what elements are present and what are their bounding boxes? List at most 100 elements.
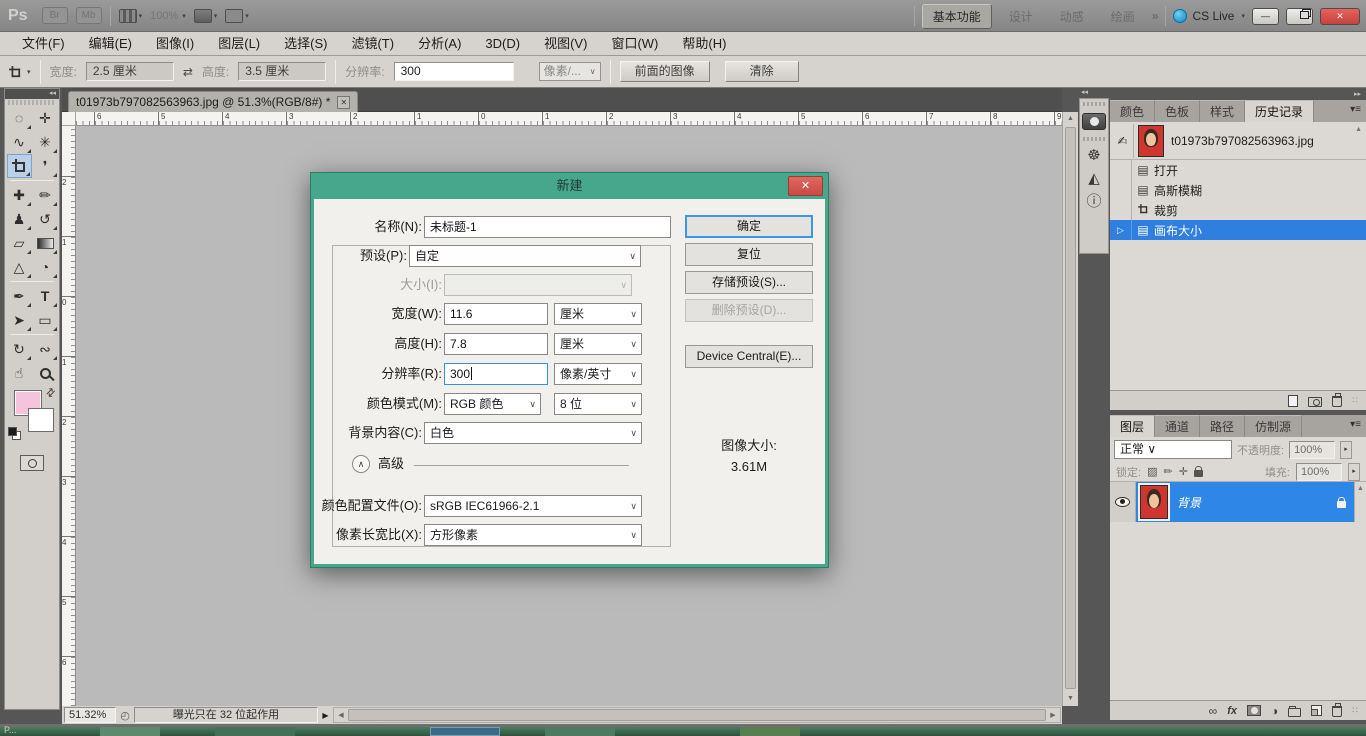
crop-tool[interactable] bbox=[7, 154, 32, 178]
snapshot-thumbnail[interactable] bbox=[1138, 125, 1164, 157]
history-state-well[interactable] bbox=[1110, 160, 1132, 180]
menu-select[interactable]: 选择(S) bbox=[272, 32, 339, 56]
preset-select[interactable]: 自定 ∨ bbox=[409, 245, 641, 267]
bit-depth-select[interactable]: 8 位 ∨ bbox=[554, 393, 642, 415]
dodge-tool[interactable]: ◔ bbox=[33, 255, 58, 279]
gradient-tool[interactable] bbox=[33, 231, 58, 255]
histogram-panel-icon[interactable]: ◭ bbox=[1088, 171, 1100, 187]
vertical-scroll-thumb[interactable] bbox=[1065, 127, 1076, 689]
opacity-flyout-icon[interactable]: ▸ bbox=[1340, 441, 1352, 459]
tab-color[interactable]: 颜色 bbox=[1110, 100, 1155, 122]
layer-visibility-toggle[interactable] bbox=[1110, 482, 1136, 522]
menu-analysis[interactable]: 分析(A) bbox=[406, 32, 473, 56]
menu-layer[interactable]: 图层(L) bbox=[206, 32, 272, 56]
clear-button[interactable]: 清除 bbox=[725, 61, 799, 82]
info-panel-icon[interactable]: ⓘ bbox=[1086, 194, 1101, 210]
resolution-unit-select[interactable]: 像素/... ∨ bbox=[539, 62, 601, 81]
taskbar-item[interactable] bbox=[545, 727, 615, 736]
screen-mode-button[interactable]: ▾ bbox=[225, 9, 249, 23]
history-source-icon[interactable]: ✍ bbox=[1112, 124, 1134, 158]
crop-width-field[interactable]: 2.5 厘米 bbox=[86, 62, 174, 81]
scroll-up-icon[interactable]: ▲ bbox=[1355, 126, 1362, 133]
3d-orbit-tool[interactable]: ∾ bbox=[33, 337, 58, 361]
history-state-open[interactable]: ▤ 打开 bbox=[1110, 160, 1366, 180]
view-extras-button[interactable]: ▾ bbox=[119, 9, 143, 23]
minimize-button[interactable]: — bbox=[1252, 8, 1279, 25]
background-select[interactable]: 白色 ∨ bbox=[424, 422, 642, 444]
advanced-toggle-button[interactable]: ∧ bbox=[352, 455, 370, 473]
tab-channels[interactable]: 通道 bbox=[1155, 415, 1200, 437]
background-color-swatch[interactable] bbox=[28, 408, 54, 432]
panel-menu-icon[interactable]: ▾≡ bbox=[1350, 104, 1361, 115]
arrange-documents-button[interactable]: ▾ bbox=[194, 9, 218, 23]
pixel-aspect-select[interactable]: 方形像素 ∨ bbox=[424, 524, 642, 546]
default-colors-icon[interactable] bbox=[8, 427, 20, 439]
menu-window[interactable]: 窗口(W) bbox=[599, 32, 670, 56]
zoom-level-button[interactable]: 100%▾ bbox=[150, 10, 186, 22]
color-profile-select[interactable]: sRGB IEC61966-2.1 ∨ bbox=[424, 495, 642, 517]
panel-resize-grip[interactable]: ∷ bbox=[1352, 705, 1358, 716]
history-state-crop[interactable]: 裁剪 bbox=[1110, 200, 1366, 220]
status-popup-arrow[interactable]: ▶ bbox=[318, 711, 333, 720]
canvas-horizontal-scrollbar[interactable]: ◀ ▶ bbox=[333, 707, 1061, 723]
dock-expand-button[interactable]: ▸▸ bbox=[1354, 90, 1361, 98]
dialog-close-button[interactable]: ✕ bbox=[788, 176, 823, 196]
windows-taskbar[interactable]: P... bbox=[0, 727, 1366, 736]
tab-paths[interactable]: 路径 bbox=[1200, 415, 1245, 437]
delete-state-icon[interactable] bbox=[1332, 396, 1342, 407]
history-state-gaussian-blur[interactable]: ▤ 高斯模糊 bbox=[1110, 180, 1366, 200]
ok-button[interactable]: 确定 bbox=[685, 215, 813, 238]
layers-scrollbar[interactable]: ▲ bbox=[1354, 482, 1366, 522]
swap-dimensions-icon[interactable]: ⇄ bbox=[183, 65, 193, 79]
toolbox-grip[interactable] bbox=[8, 100, 56, 105]
height-unit-select[interactable]: 厘米 ∨ bbox=[554, 333, 642, 355]
tab-styles[interactable]: 样式 bbox=[1200, 100, 1245, 122]
bridge-button[interactable]: Br bbox=[42, 7, 68, 24]
dock-collapse-button[interactable]: ◂◂ bbox=[1078, 88, 1110, 98]
mini-bridge-button[interactable]: Mb bbox=[76, 7, 102, 24]
clone-stamp-tool[interactable]: ♟ bbox=[7, 207, 32, 231]
new-snapshot-icon[interactable] bbox=[1308, 397, 1322, 407]
height-input[interactable]: 7.8 bbox=[444, 333, 548, 355]
crop-resolution-field[interactable]: 300 bbox=[394, 62, 514, 81]
type-tool[interactable]: T bbox=[33, 284, 58, 308]
resolution-unit-select[interactable]: 像素/英寸 ∨ bbox=[554, 363, 642, 385]
masks-panel-button[interactable] bbox=[1082, 113, 1106, 130]
menu-help[interactable]: 帮助(H) bbox=[670, 32, 738, 56]
device-central-button[interactable]: Device Central(E)... bbox=[685, 345, 813, 368]
tab-layers[interactable]: 图层 bbox=[1110, 415, 1155, 437]
workspace-design-button[interactable]: 设计 bbox=[999, 5, 1043, 28]
lock-paint-icon[interactable]: ✏ bbox=[1163, 466, 1172, 478]
3d-rotate-tool[interactable]: ↻ bbox=[7, 337, 32, 361]
fill-flyout-icon[interactable]: ▸ bbox=[1348, 463, 1360, 481]
link-layers-icon[interactable]: ∞ bbox=[1209, 704, 1218, 718]
scroll-up-icon[interactable]: ▲ bbox=[1063, 112, 1078, 126]
workspace-motion-button[interactable]: 动感 bbox=[1050, 5, 1094, 28]
horizontal-scroll-thumb[interactable] bbox=[348, 709, 1046, 721]
panel-menu-icon[interactable]: ▾≡ bbox=[1350, 419, 1361, 430]
lasso-tool[interactable]: ∿ bbox=[7, 130, 32, 154]
history-brush-tool[interactable]: ↺ bbox=[33, 207, 58, 231]
fill-field[interactable]: 100% bbox=[1296, 463, 1342, 481]
width-input[interactable]: 11.6 bbox=[444, 303, 548, 325]
menu-file[interactable]: 文件(F) bbox=[10, 32, 77, 56]
taskbar-item[interactable] bbox=[740, 727, 800, 736]
new-group-icon[interactable] bbox=[1288, 708, 1301, 717]
marquee-tool[interactable]: ◌ bbox=[7, 106, 32, 130]
menu-edit[interactable]: 编辑(E) bbox=[77, 32, 144, 56]
hand-tool[interactable]: ☝ bbox=[7, 361, 32, 385]
layer-selected-area[interactable]: 背景 bbox=[1136, 482, 1354, 522]
history-state-well[interactable] bbox=[1110, 200, 1132, 220]
color-mode-select[interactable]: RGB 颜色 ∨ bbox=[444, 393, 541, 415]
navigator-panel-icon[interactable]: ☸ bbox=[1087, 148, 1100, 164]
size-select[interactable]: ∨ bbox=[444, 274, 632, 296]
width-unit-select[interactable]: 厘米 ∨ bbox=[554, 303, 642, 325]
eyedropper-tool[interactable]: ❜ bbox=[33, 154, 58, 178]
lock-all-icon[interactable] bbox=[1194, 470, 1203, 477]
workspace-basic-button[interactable]: 基本功能 bbox=[922, 4, 992, 29]
quick-mask-button[interactable] bbox=[20, 455, 44, 471]
lock-move-icon[interactable]: ✛ bbox=[1179, 466, 1188, 478]
new-layer-icon[interactable] bbox=[1311, 705, 1322, 716]
magic-wand-tool[interactable]: ✳ bbox=[33, 130, 58, 154]
eraser-tool[interactable]: ▱ bbox=[7, 231, 32, 255]
